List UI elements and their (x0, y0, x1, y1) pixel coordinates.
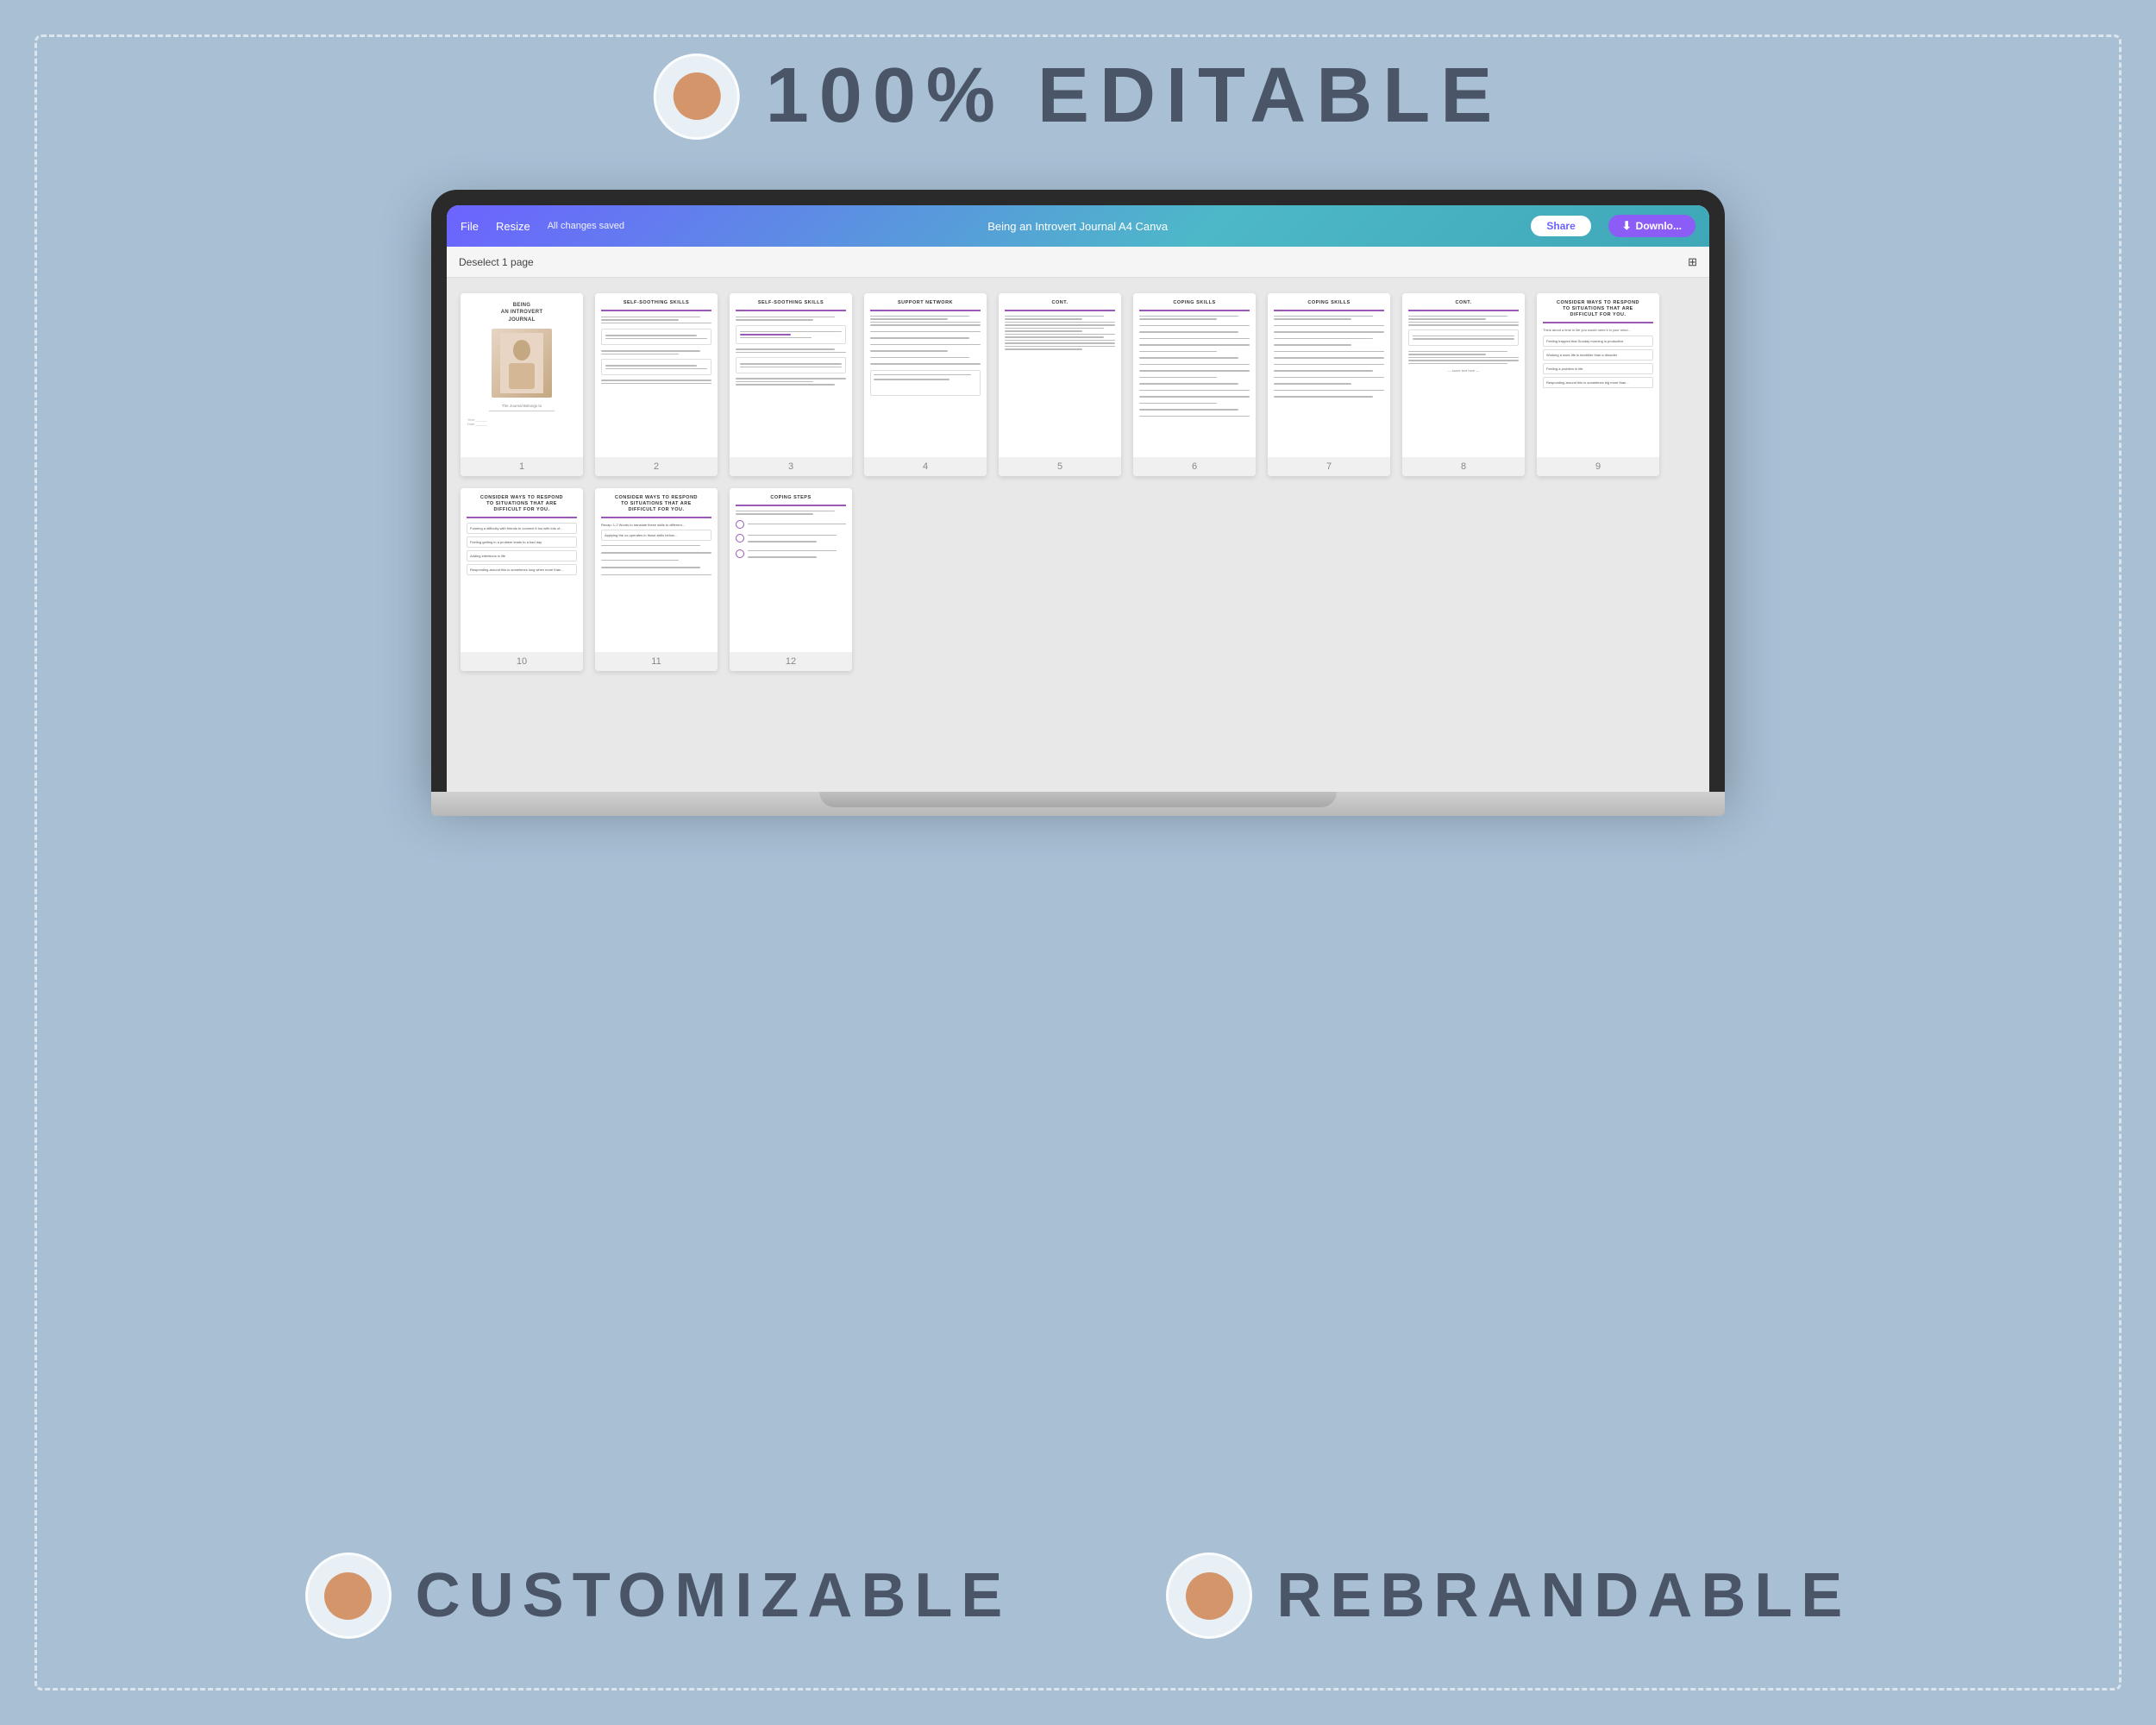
laptop-base (431, 792, 1725, 816)
page-12-content: COPING STEPS (730, 488, 852, 652)
page-number-4: 4 (864, 457, 987, 476)
page-5-title: CONT. (1005, 300, 1115, 306)
laptop-screen: File Resize All changes saved Being an I… (447, 205, 1709, 792)
page-number-2: 2 (595, 457, 718, 476)
page-6-content: COPING SKILLS (1133, 293, 1256, 457)
page-number-6: 6 (1133, 457, 1256, 476)
rebrandable-title: REBRANDABLE (1276, 1560, 1851, 1631)
page-card-2[interactable]: SELF-SOOTHING SKILLS (595, 293, 718, 476)
download-icon: ⬇ (1622, 219, 1632, 233)
page-number-5: 5 (999, 457, 1121, 476)
page-8-title: CONT. (1408, 300, 1519, 306)
customizable-title: CUSTOMIZABLE (416, 1560, 1012, 1631)
share-button[interactable]: Share (1531, 216, 1590, 236)
page-card-1[interactable]: BEINGAN INTROVERTJOURNAL The Journal Bel… (461, 293, 583, 476)
top-section: 100% EDITABLE (654, 52, 1503, 141)
deselect-bar: Deselect 1 page ⊞ (447, 247, 1709, 278)
laptop-screen-outer: File Resize All changes saved Being an I… (431, 190, 1725, 792)
cover-footer: Year ______Date ______ (467, 417, 576, 426)
section-box (601, 329, 711, 345)
page-card-5[interactable]: CONT. (999, 293, 1121, 476)
grid-icon: ⊞ (1688, 255, 1697, 269)
main-title: 100% EDITABLE (766, 52, 1503, 141)
cover-title: BEINGAN INTROVERTJOURNAL (501, 302, 543, 323)
canvas-area[interactable]: BEINGAN INTROVERTJOURNAL The Journal Bel… (447, 278, 1709, 792)
page-4-content: SUPPORT NETWORK (864, 293, 987, 457)
pages-grid: BEINGAN INTROVERTJOURNAL The Journal Bel… (461, 285, 1695, 680)
page-7-content: COPING SKILLS (1268, 293, 1390, 457)
page-card-8[interactable]: CONT. (1402, 293, 1525, 476)
laptop-stand (819, 792, 1337, 807)
page-card-12[interactable]: COPING STEPS (730, 488, 852, 671)
page-1-content: BEINGAN INTROVERTJOURNAL The Journal Bel… (461, 293, 583, 457)
cover-image (492, 329, 552, 398)
page-8-content: CONT. (1402, 293, 1525, 457)
rebrandable-item: REBRANDABLE (1166, 1552, 1851, 1639)
page-card-9[interactable]: CONSIDER WAYS TO RESPONDTO SITUATIONS TH… (1537, 293, 1659, 476)
page-number-7: 7 (1268, 457, 1390, 476)
page-2-content: SELF-SOOTHING SKILLS (595, 293, 718, 457)
download-button[interactable]: ⬇ Downlo... (1608, 215, 1695, 237)
canva-toolbar: File Resize All changes saved Being an I… (447, 205, 1709, 247)
page-number-10: 10 (461, 652, 583, 671)
cover-subtitle: The Journal Belongs to (502, 404, 542, 408)
page-card-7[interactable]: COPING SKILLS (1268, 293, 1390, 476)
page-10-content: CONSIDER WAYS TO RESPONDTO SITUATIONS TH… (461, 488, 583, 652)
page-card-11[interactable]: CONSIDER WAYS TO RESPONDTO SITUATIONS TH… (595, 488, 718, 671)
page-10-title: CONSIDER WAYS TO RESPONDTO SITUATIONS TH… (467, 495, 577, 513)
customizable-badge (305, 1552, 392, 1639)
line (601, 317, 700, 318)
page-2-title: SELF-SOOTHING SKILLS (601, 300, 711, 306)
page-4-title: SUPPORT NETWORK (870, 300, 981, 306)
page-11-content: CONSIDER WAYS TO RESPONDTO SITUATIONS TH… (595, 488, 718, 652)
top-badge-circle (654, 53, 740, 140)
page-7-title: COPING SKILLS (1274, 300, 1384, 306)
doc-title: Being an Introvert Journal A4 Canva (642, 220, 1514, 233)
customizable-item: CUSTOMIZABLE (305, 1552, 1012, 1639)
top-badge-inner (673, 72, 720, 120)
page-9-title: CONSIDER WAYS TO RESPONDTO SITUATIONS TH… (1543, 300, 1653, 318)
page-2-divider (601, 310, 711, 311)
file-button[interactable]: File (461, 220, 479, 233)
rebrandable-badge-inner (1186, 1572, 1233, 1620)
section-box-2 (601, 359, 711, 375)
deselect-label[interactable]: Deselect 1 page (459, 256, 534, 268)
page-number-9: 9 (1537, 457, 1659, 476)
page-number-11: 11 (595, 652, 718, 671)
page-12-title: COPING STEPS (736, 495, 846, 501)
page-number-3: 3 (730, 457, 852, 476)
line (601, 380, 711, 381)
laptop-wrapper: File Resize All changes saved Being an I… (431, 190, 1725, 816)
page-number-12: 12 (730, 652, 852, 671)
page-number-1: 1 (461, 457, 583, 476)
page-card-6[interactable]: COPING SKILLS (1133, 293, 1256, 476)
page-card-10[interactable]: CONSIDER WAYS TO RESPONDTO SITUATIONS TH… (461, 488, 583, 671)
rebrandable-badge (1166, 1552, 1252, 1639)
page-number-8: 8 (1402, 457, 1525, 476)
page-6-title: COPING SKILLS (1139, 300, 1250, 306)
resize-button[interactable]: Resize (496, 220, 530, 233)
page-card-4[interactable]: SUPPORT NETWORK (864, 293, 987, 476)
bottom-section: CUSTOMIZABLE REBRANDABLE (561, 1552, 1595, 1639)
page-9-content: CONSIDER WAYS TO RESPONDTO SITUATIONS TH… (1537, 293, 1659, 457)
line (601, 383, 711, 385)
saved-status: All changes saved (548, 221, 624, 231)
line (601, 319, 679, 321)
line (601, 350, 700, 352)
customizable-badge-inner (324, 1572, 372, 1620)
line (601, 323, 711, 324)
page-card-3[interactable]: SELF-SOOTHING SKILLS (730, 293, 852, 476)
page-11-title: CONSIDER WAYS TO RESPONDTO SITUATIONS TH… (601, 495, 711, 513)
page-3-title: SELF-SOOTHING SKILLS (736, 300, 846, 306)
page-5-content: CONT. (999, 293, 1121, 457)
page-3-content: SELF-SOOTHING SKILLS (730, 293, 852, 457)
line (601, 354, 679, 355)
